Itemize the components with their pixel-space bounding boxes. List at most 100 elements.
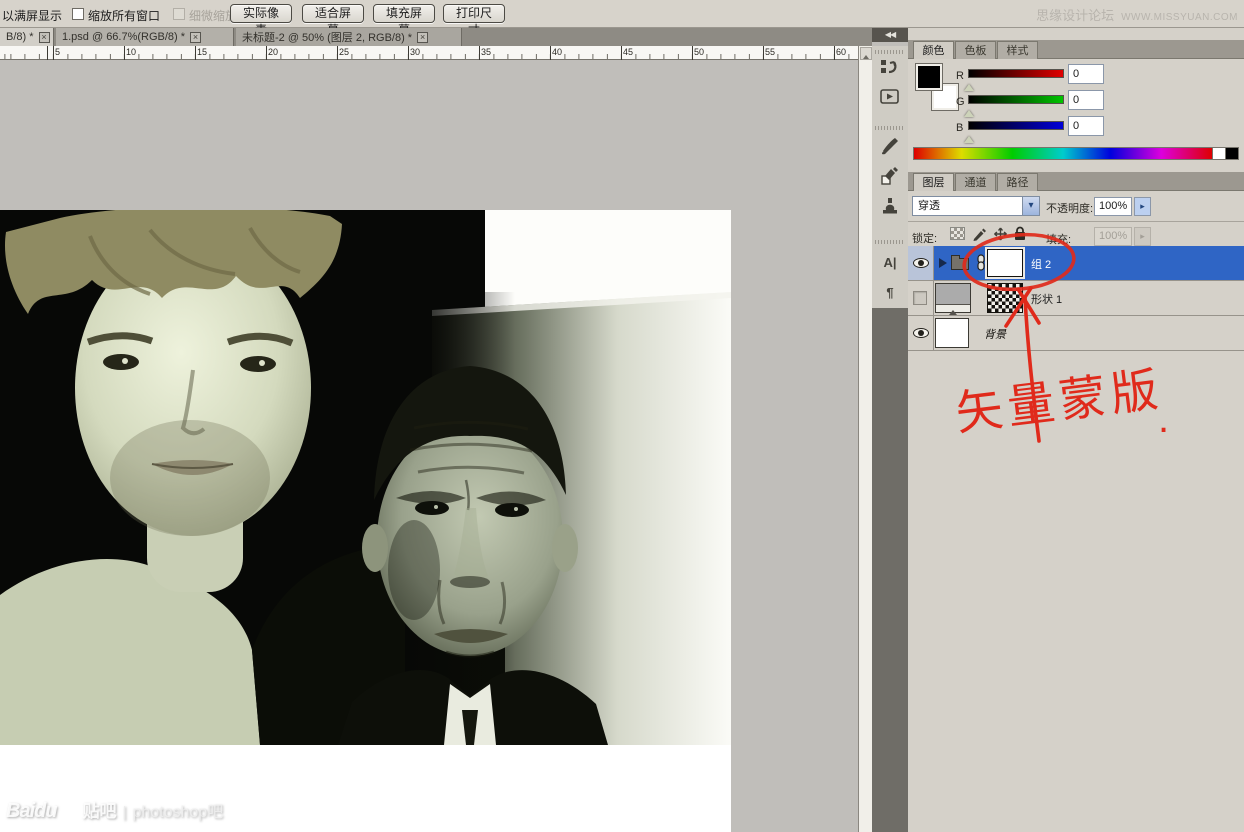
lock-pixels-icon[interactable] xyxy=(972,227,987,244)
blue-slider-thumb[interactable] xyxy=(964,131,974,143)
document-tab-partial[interactable]: B/8) * × xyxy=(0,28,54,46)
canvas-area[interactable] xyxy=(0,60,858,832)
fill-screen-button[interactable]: 填充屏幕 xyxy=(373,4,435,23)
dock-background xyxy=(872,308,908,832)
green-slider[interactable] xyxy=(968,95,1064,104)
mask-link-icon[interactable] xyxy=(976,254,986,275)
red-value-field[interactable]: 0 xyxy=(1068,64,1104,84)
tieba-label: 贴吧 xyxy=(83,797,117,822)
color-spectrum-ramp[interactable] xyxy=(913,147,1239,160)
color-panel-tabstrip: 颜色 色板 样式 xyxy=(908,40,1244,59)
tieba-watermark: Baidu 贴吧 | photoshop吧 xyxy=(6,797,223,823)
ruler-tick-label: 10 xyxy=(126,47,136,57)
eye-hidden-box[interactable] xyxy=(913,291,927,305)
green-value-field[interactable]: 0 xyxy=(1068,90,1104,110)
eye-icon[interactable] xyxy=(913,258,929,268)
eye-icon[interactable] xyxy=(913,328,929,338)
document-tab-bar: B/8) * × 1.psd @ 66.7%(RGB/8) * × 未标题-2 … xyxy=(0,28,872,46)
close-tab-icon[interactable]: × xyxy=(39,32,50,43)
collapse-dock-icon[interactable]: ◀◀ xyxy=(872,28,908,42)
ruler-tick-label: 30 xyxy=(410,47,420,57)
background-layer-thumbnail[interactable] xyxy=(935,318,969,348)
layer-name[interactable]: 组 2 xyxy=(1031,256,1051,272)
red-slider-thumb[interactable] xyxy=(964,79,974,91)
lock-position-icon[interactable] xyxy=(993,227,1008,244)
tool-presets-icon[interactable] xyxy=(880,166,900,186)
visibility-toggle[interactable] xyxy=(908,246,934,280)
character-panel-icon[interactable]: A| xyxy=(880,253,900,273)
document-tab-1psd[interactable]: 1.psd @ 66.7%(RGB/8) * × xyxy=(56,28,234,46)
watermark-divider: | xyxy=(123,804,127,821)
vector-mask-thumbnail[interactable] xyxy=(987,249,1023,277)
layer-row-shape1[interactable]: 形状 1 xyxy=(908,281,1244,316)
document-tab-untitled2[interactable]: 未标题-2 @ 50% (图层 2, RGB/8) * × xyxy=(236,28,462,46)
site-name: 思缘设计论坛 xyxy=(1036,5,1114,24)
tab-label: 未标题-2 @ 50% (图层 2, RGB/8) * xyxy=(242,29,412,45)
group-folder-icon xyxy=(951,258,969,270)
blue-value-field[interactable]: 0 xyxy=(1068,116,1104,136)
vector-indicator xyxy=(936,304,970,312)
layer-list: 组 2 形状 1 背景 xyxy=(908,246,1244,351)
tab-paths[interactable]: 路径 xyxy=(997,173,1038,191)
tab-label: 1.psd @ 66.7%(RGB/8) * xyxy=(62,31,185,43)
lock-all-icon[interactable] xyxy=(1013,226,1027,244)
ruler-tick-label: 55 xyxy=(765,47,775,57)
fit-screen-button[interactable]: 适合屏幕 xyxy=(302,4,364,23)
actions-icon[interactable] xyxy=(880,87,900,107)
photo-artwork xyxy=(0,210,731,745)
opacity-field[interactable]: 100% xyxy=(1094,197,1132,216)
layer-row-group2[interactable]: 组 2 xyxy=(908,246,1244,281)
black-swatch[interactable] xyxy=(1226,147,1239,160)
site-watermark: 思缘设计论坛 WWW.MISSYUAN.COM xyxy=(1036,5,1238,24)
dock-grip[interactable] xyxy=(875,126,905,130)
dock-grip[interactable] xyxy=(875,50,905,54)
red-slider[interactable] xyxy=(968,69,1064,78)
paragraph-panel-icon[interactable]: ¶ xyxy=(880,283,900,303)
zoom-all-windows-checkbox[interactable] xyxy=(72,8,84,20)
layer-name[interactable]: 背景 xyxy=(984,326,1006,342)
vertical-scrollbar[interactable] xyxy=(858,46,872,832)
tab-label: B/8) * xyxy=(6,31,34,43)
canvas-document[interactable] xyxy=(0,210,731,832)
options-bar: 以满屏显示 缩放所有窗口 细微缩放 实际像素 适合屏幕 填充屏幕 打印尺寸 思缘… xyxy=(0,0,1244,28)
layer-name[interactable]: 形状 1 xyxy=(1031,291,1062,307)
ruler-tick-label: 40 xyxy=(552,47,562,57)
tab-styles[interactable]: 样式 xyxy=(997,41,1038,59)
green-slider-thumb[interactable] xyxy=(964,105,974,117)
tab-swatches[interactable]: 色板 xyxy=(955,41,996,59)
white-swatch[interactable] xyxy=(1213,147,1226,160)
lock-transparency-icon[interactable] xyxy=(950,227,965,240)
blue-slider[interactable] xyxy=(968,121,1064,130)
ruler-tick-label: 60 xyxy=(836,47,846,57)
fill-stepper-icon: ▸ xyxy=(1134,227,1151,246)
screen-display-label: 以满屏显示 xyxy=(2,7,62,24)
panel-column: 颜色 色板 样式 R 0 G 0 B 0 图层 通道 路径 穿透 xyxy=(908,40,1244,832)
ruler-tick-label: 45 xyxy=(623,47,633,57)
blend-mode-select[interactable]: 穿透 ▾ xyxy=(912,196,1040,216)
visibility-toggle[interactable] xyxy=(908,316,934,350)
visibility-toggle[interactable] xyxy=(908,281,934,315)
foreground-color-swatch[interactable] xyxy=(916,64,942,90)
chevron-down-icon[interactable]: ▾ xyxy=(1022,197,1039,215)
clone-source-icon[interactable] xyxy=(880,196,900,216)
history-icon[interactable] xyxy=(880,57,900,77)
dock-grip[interactable] xyxy=(875,240,905,244)
tab-channels[interactable]: 通道 xyxy=(955,173,996,191)
actual-pixels-button[interactable]: 实际像素 xyxy=(230,4,292,23)
spectrum-gradient[interactable] xyxy=(913,147,1213,160)
close-tab-icon[interactable]: × xyxy=(417,32,428,43)
divider xyxy=(908,221,1244,222)
panel-top-filler xyxy=(908,28,1244,40)
shape-mask-thumbnail[interactable] xyxy=(987,283,1023,313)
brushes-icon[interactable] xyxy=(880,136,900,156)
opacity-stepper-icon[interactable]: ▸ xyxy=(1134,197,1151,216)
layer-row-background[interactable]: 背景 xyxy=(908,316,1244,351)
ruler-tick-label: 50 xyxy=(694,47,704,57)
scroll-up-button[interactable] xyxy=(860,47,872,60)
horizontal-ruler[interactable]: 5 10 15 20 25 30 35 40 45 50 55 60 xyxy=(0,46,858,60)
tab-layers[interactable]: 图层 xyxy=(913,173,954,191)
shape-layer-thumbnail[interactable] xyxy=(935,283,971,313)
close-tab-icon[interactable]: × xyxy=(190,32,201,43)
tab-color[interactable]: 颜色 xyxy=(913,41,954,59)
print-size-button[interactable]: 打印尺寸 xyxy=(443,4,505,23)
